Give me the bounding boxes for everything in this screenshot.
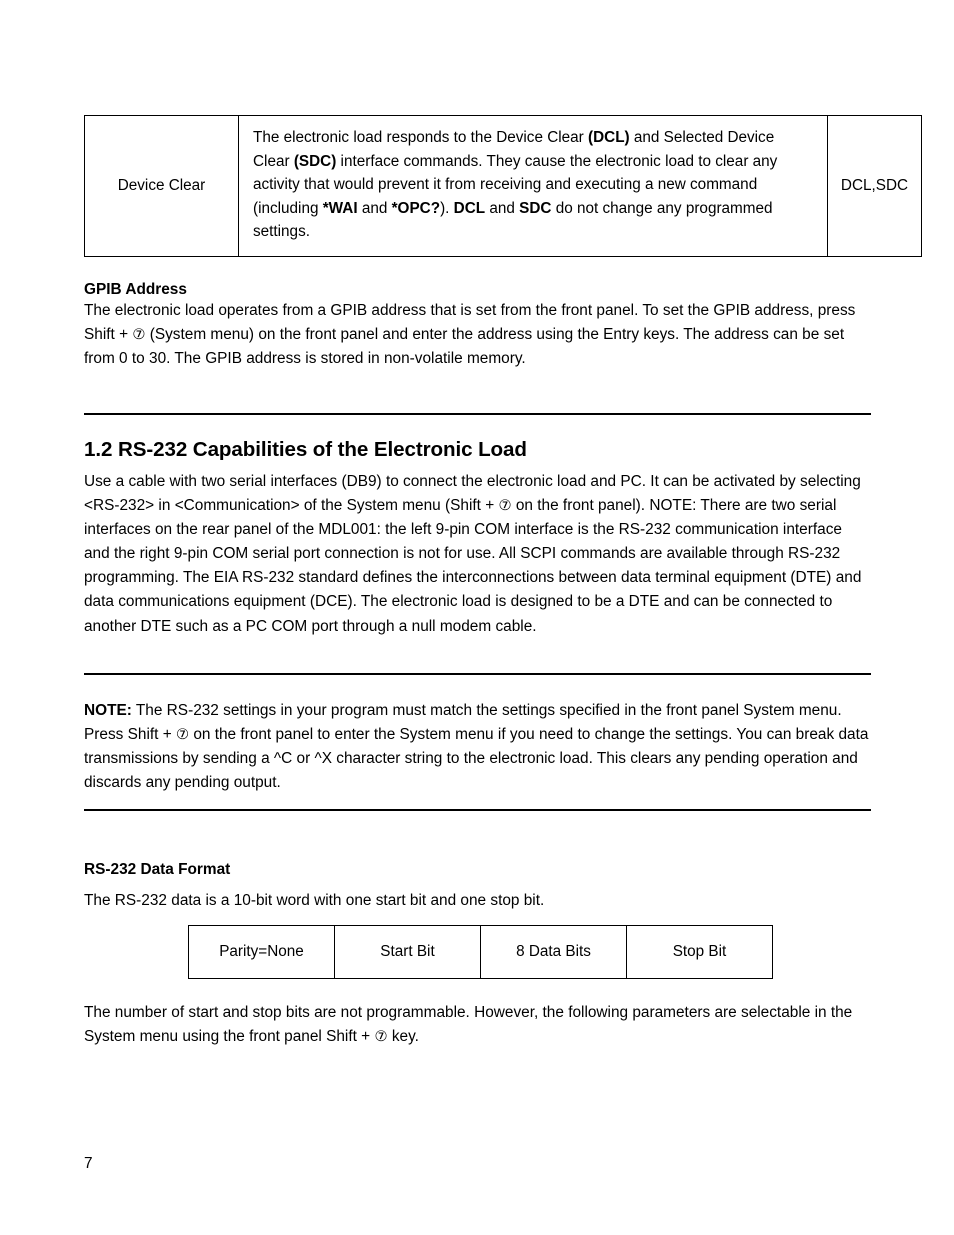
format-cell-startbit: Start Bit [334,925,481,979]
bold-run: *WAI [322,199,358,217]
format-cell-parity: Parity=None [188,925,335,979]
data-format-outro: The number of start and stop bits are no… [84,1001,871,1049]
command-description-cell: The electronic load responds to the Devi… [238,115,828,257]
circled-seven-icon: ⑦ [498,497,512,515]
format-cell-stopbit: Stop Bit [626,925,773,979]
data-format-heading: RS-232 Data Format [84,861,231,878]
table-body: Parity=None Start Bit 8 Data Bits Stop B… [188,925,773,979]
text-run: The number of start and stop bits are no… [84,1004,853,1046]
table-row: Device Clear The electronic load respond… [84,115,922,257]
table-body: Device Clear The electronic load respond… [84,115,922,257]
note-label: NOTE: [84,702,132,719]
circled-seven-icon: ⑦ [374,1028,388,1046]
text-run: key. [387,1028,419,1046]
bold-run: *OPC? [391,199,441,217]
section-body-paragraph: Use a cable with two serial interfaces (… [84,470,871,639]
format-cell-databits: 8 Data Bits [480,925,627,979]
page-number: 7 [84,1155,93,1172]
text-run: on the front panel). NOTE: There are two… [84,497,862,635]
text-run: and [357,199,392,217]
note-divider-bottom [84,809,871,811]
note-divider-top [84,673,871,675]
bold-run: (DCL) [588,129,630,146]
circled-seven-icon: ⑦ [132,326,146,344]
page-title: 1.2 RS-232 Capabilities of the Electroni… [84,438,527,461]
text-run: (System menu) on the front panel and ent… [84,326,845,368]
data-format-intro: The RS-232 data is a 10-bit word with on… [84,892,545,909]
gpib-command-table: Device Clear The electronic load respond… [84,115,922,257]
circled-seven-icon: ⑦ [175,726,190,744]
note-body: The RS-232 settings in your program must… [84,702,868,791]
bold-run: (SDC) [293,152,337,170]
text-run: The electronic load responds to the Devi… [253,129,589,146]
text-run: on the front panel to enter the System m… [84,726,869,792]
bold-run: DCL [453,199,486,217]
command-name-cell: Device Clear [84,115,239,257]
section-divider-top [84,413,871,415]
rs232-data-format-table: Parity=None Start Bit 8 Data Bits Stop B… [188,925,773,979]
bold-run: SDC [519,199,552,217]
table-row: Parity=None Start Bit 8 Data Bits Stop B… [188,925,773,979]
note-paragraph: NOTE: The RS-232 settings in your progra… [84,699,871,795]
gpib-address-paragraph: The electronic load operates from a GPIB… [84,299,871,371]
command-mnemonic-cell: DCL,SDC [827,115,922,257]
text-run: ). [440,199,454,217]
document-page: Device Clear The electronic load respond… [0,0,954,1235]
text-run: and [485,199,520,217]
